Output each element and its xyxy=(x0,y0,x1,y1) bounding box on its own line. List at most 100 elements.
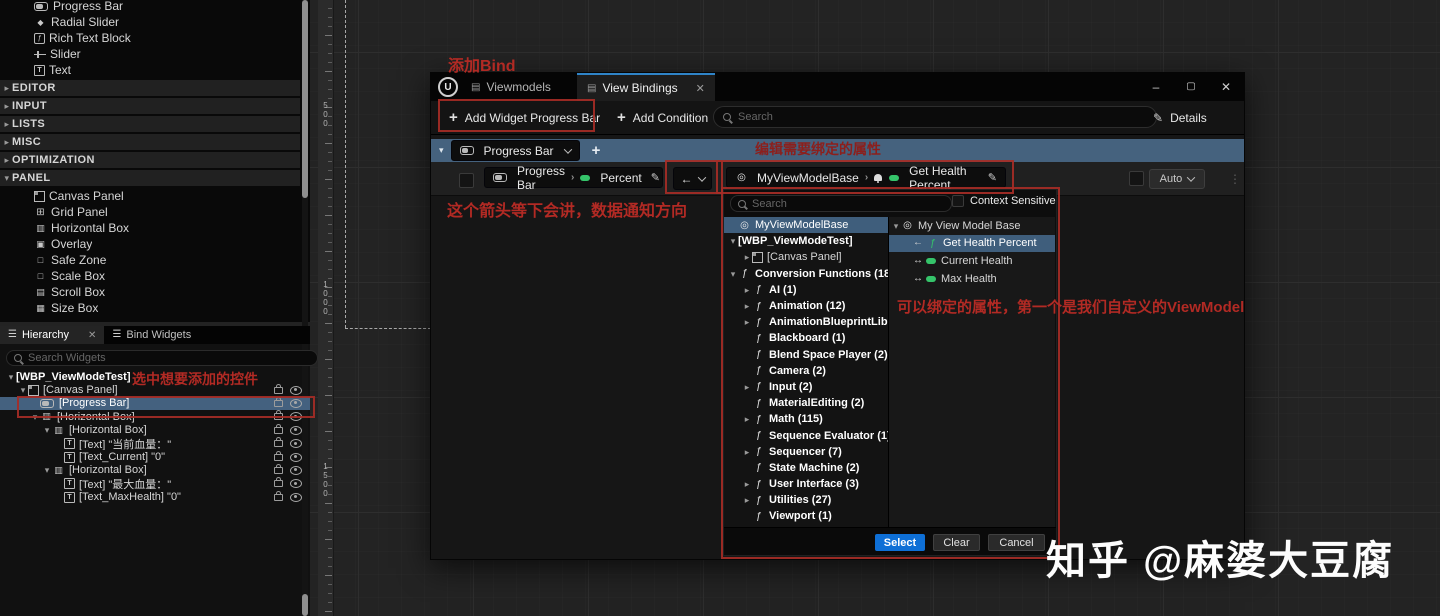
unlock-icon[interactable] xyxy=(274,467,283,474)
row-menu-icon[interactable]: ⋮ xyxy=(1229,172,1241,186)
chevron-right-icon[interactable]: ▸ xyxy=(742,317,752,327)
chevron-right-icon[interactable]: ▸ xyxy=(742,447,752,457)
chevron-right-icon[interactable]: ▸ xyxy=(742,301,752,311)
palette-section-header[interactable]: ▸EDITOR xyxy=(0,80,300,96)
widget-property-pill[interactable]: Progress Bar › Percent ✎ xyxy=(484,167,663,188)
unlock-icon[interactable] xyxy=(274,427,283,434)
chevron-right-icon[interactable]: ▸ xyxy=(2,101,12,111)
popup-source-row[interactable]: ▸Sequencer (7) xyxy=(724,444,888,460)
popup-source-row[interactable]: ▸Input (2) xyxy=(724,379,888,395)
palette-item[interactable]: Text xyxy=(0,62,300,78)
tab-viewmodels[interactable]: ▤ Viewmodels xyxy=(461,73,561,101)
palette-section-header[interactable]: ▸INPUT xyxy=(0,98,300,114)
chevron-down-icon[interactable]: ▾ xyxy=(6,372,16,382)
hierarchy-tree-row[interactable]: [Progress Bar] xyxy=(0,397,310,410)
palette-section-header[interactable]: ▾PANEL xyxy=(0,170,300,186)
popup-source-row[interactable]: ▸Animation (12) xyxy=(724,298,888,314)
palette-item[interactable]: Grid Panel xyxy=(0,204,300,220)
chevron-down-icon[interactable]: ▾ xyxy=(2,173,12,183)
chevron-right-icon[interactable]: ▸ xyxy=(742,285,752,295)
unlock-icon[interactable] xyxy=(274,440,283,447)
palette-item[interactable]: Scroll Box xyxy=(0,284,300,300)
palette-item[interactable]: Radial Slider xyxy=(0,14,300,30)
chevron-right-icon[interactable]: ▸ xyxy=(742,382,752,392)
bindings-search-input[interactable] xyxy=(738,111,1147,123)
maximize-button[interactable]: ▢ xyxy=(1184,80,1198,94)
add-condition-button[interactable]: + Add Condition xyxy=(617,101,708,134)
popup-source-row[interactable]: Blackboard (1) xyxy=(724,330,888,346)
popup-search-input[interactable] xyxy=(752,198,944,210)
window-titlebar[interactable]: U ▤ Viewmodels ▤ View Bindings ✕ – ▢ ✕ xyxy=(431,73,1244,101)
eye-icon[interactable] xyxy=(290,386,302,395)
palette-item[interactable]: Progress Bar xyxy=(0,0,300,14)
exec-mode-dropdown[interactable]: Auto xyxy=(1149,169,1205,189)
popup-source-row[interactable]: ▸User Interface (3) xyxy=(724,476,888,492)
hierarchy-tree-row[interactable]: [Text_Current] "0" xyxy=(0,450,310,463)
chevron-down-icon[interactable]: ▾ xyxy=(42,425,52,435)
popup-source-row[interactable]: ▸[Canvas Panel] xyxy=(724,249,888,265)
chevron-right-icon[interactable]: ▸ xyxy=(742,252,752,262)
clear-button[interactable]: Clear xyxy=(933,534,980,551)
popup-source-row[interactable]: State Machine (2) xyxy=(724,460,888,476)
select-button[interactable]: Select xyxy=(875,534,925,551)
popup-source-row[interactable]: Sequence Evaluator (1) xyxy=(724,427,888,443)
tab-bind-widgets[interactable]: ☰ Bind Widgets xyxy=(104,326,199,344)
chevron-down-icon[interactable]: ▾ xyxy=(18,385,28,395)
popup-source-row[interactable]: Viewport (1) xyxy=(724,508,888,524)
edit-icon[interactable]: ✎ xyxy=(988,171,997,184)
palette-item[interactable]: Overlay xyxy=(0,236,300,252)
popup-source-row[interactable]: MaterialEditing (2) xyxy=(724,395,888,411)
exec-checkbox[interactable] xyxy=(1129,171,1144,186)
unlock-icon[interactable] xyxy=(274,454,283,461)
context-sensitive-checkbox[interactable] xyxy=(952,195,964,207)
hierarchy-search[interactable] xyxy=(6,350,318,366)
chevron-right-icon[interactable]: ▸ xyxy=(2,155,12,165)
chevron-right-icon[interactable]: ▸ xyxy=(742,414,752,424)
popup-source-row[interactable]: ▾Conversion Functions (183) xyxy=(724,266,888,282)
palette-item[interactable]: Slider xyxy=(0,46,300,62)
eye-icon[interactable] xyxy=(290,466,302,475)
unlock-icon[interactable] xyxy=(274,480,283,487)
close-icon[interactable]: ✕ xyxy=(88,330,96,341)
popup-property-row[interactable]: ↔Max Health xyxy=(889,270,1055,288)
add-widget-button[interactable]: + Add Widget Progress Bar xyxy=(449,101,600,134)
eye-icon[interactable] xyxy=(290,479,302,488)
chevron-right-icon[interactable]: ▸ xyxy=(2,83,12,93)
hierarchy-scrollbar-thumb[interactable] xyxy=(302,594,308,616)
chevron-down-icon[interactable]: ▾ xyxy=(30,412,40,422)
palette-item[interactable]: Rich Text Block xyxy=(0,30,300,46)
popup-source-row[interactable]: ▸Utilities (27) xyxy=(724,492,888,508)
binding-direction-dropdown[interactable]: ← xyxy=(673,167,712,190)
tab-view-bindings[interactable]: ▤ View Bindings ✕ xyxy=(577,73,715,101)
palette-item[interactable]: Horizontal Box xyxy=(0,220,300,236)
viewmodel-property-pill[interactable]: MyViewModelBase › Get Health Percent ✎ xyxy=(726,167,1006,188)
chevron-down-icon[interactable]: ▾ xyxy=(728,236,738,246)
palette-item[interactable]: Safe Zone xyxy=(0,252,300,268)
hierarchy-tree-row[interactable]: ▾[Horizontal Box] xyxy=(0,424,310,437)
palette-item[interactable]: Size Box xyxy=(0,300,300,316)
palette-section-header[interactable]: ▸LISTS xyxy=(0,116,300,132)
popup-source-row[interactable]: ▸Math (115) xyxy=(724,411,888,427)
eye-icon[interactable] xyxy=(290,493,302,502)
chevron-down-icon[interactable]: ▾ xyxy=(42,465,52,475)
chevron-right-icon[interactable]: ▸ xyxy=(2,137,12,147)
close-button[interactable]: ✕ xyxy=(1219,80,1233,94)
chevron-right-icon[interactable]: ▸ xyxy=(2,119,12,129)
eye-icon[interactable] xyxy=(290,439,302,448)
popup-source-row[interactable]: ▸AnimationBlueprintLibrary xyxy=(724,314,888,330)
chevron-down-icon[interactable]: ▾ xyxy=(439,145,444,156)
edit-icon[interactable]: ✎ xyxy=(651,171,660,184)
cancel-button[interactable]: Cancel xyxy=(988,534,1045,551)
chevron-down-icon[interactable]: ▾ xyxy=(728,269,738,279)
details-button[interactable]: ✎ Details xyxy=(1153,101,1207,134)
widget-selector-dropdown[interactable]: Progress Bar xyxy=(451,140,580,161)
add-binding-icon[interactable]: + xyxy=(592,142,601,159)
popup-source-row[interactable]: Camera (2) xyxy=(724,363,888,379)
bindings-search[interactable] xyxy=(713,106,1157,128)
popup-source-row[interactable]: ▾[WBP_ViewModeTest] xyxy=(724,233,888,249)
binding-checkbox[interactable] xyxy=(459,173,474,188)
palette-section-header[interactable]: ▸OPTIMIZATION xyxy=(0,152,300,168)
unlock-icon[interactable] xyxy=(274,413,283,420)
unlock-icon[interactable] xyxy=(274,494,283,501)
minimize-button[interactable]: – xyxy=(1149,80,1163,94)
